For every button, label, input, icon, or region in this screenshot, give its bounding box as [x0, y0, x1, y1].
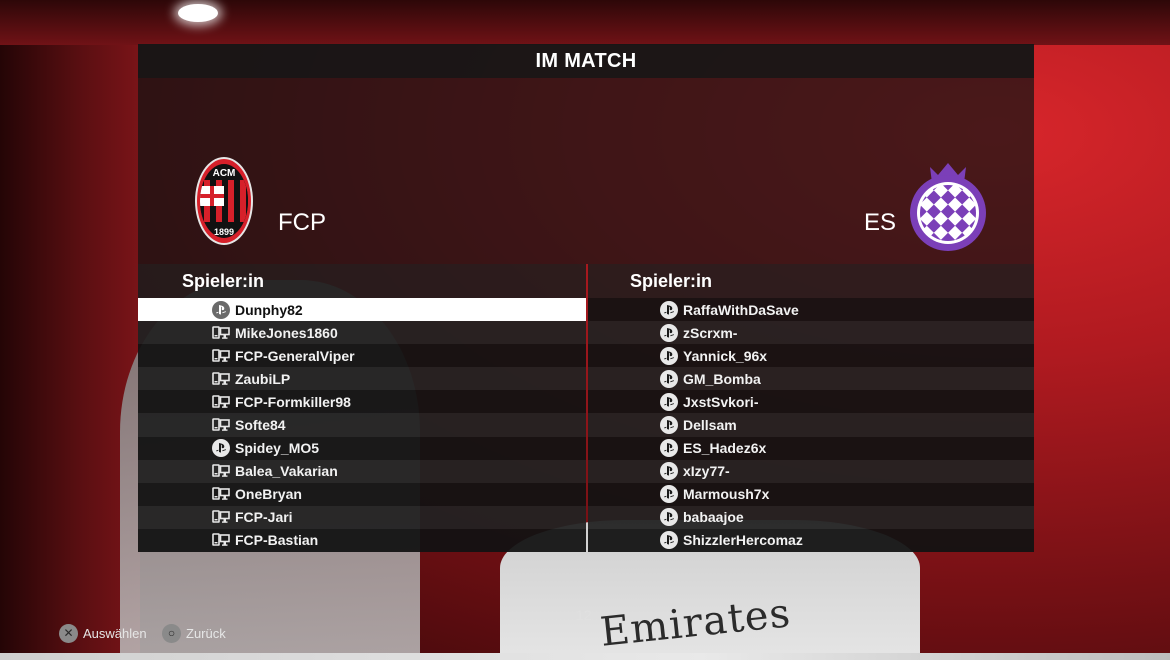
playstation-icon: [660, 300, 678, 319]
away-player-row[interactable]: babaajoe: [588, 505, 1034, 529]
crossplay-icon: [212, 462, 230, 480]
home-player-row[interactable]: ZaubiLP: [138, 367, 586, 391]
select-prompt[interactable]: ✕ Auswählen: [59, 623, 147, 643]
away-player-name: xIzy77-: [683, 463, 730, 480]
away-player-name: JxstSvkori-: [683, 393, 759, 410]
away-player-name: GM_Bomba: [683, 370, 761, 387]
playstation-icon: [660, 508, 678, 527]
home-player-name: FCP-Formkiller98: [235, 393, 351, 410]
away-player-name: ES_Hadez6x: [683, 440, 767, 457]
home-player-row[interactable]: Balea_Vakarian: [138, 459, 586, 483]
crossplay-icon: [212, 370, 230, 388]
home-player-row[interactable]: FCP-Formkiller98: [138, 390, 586, 414]
crossplay-icon: [212, 347, 230, 365]
home-player-name: OneBryan: [235, 486, 302, 503]
away-player-row[interactable]: Dellsam: [588, 413, 1034, 437]
home-players-header: Spieler:in: [138, 264, 586, 298]
home-player-name: Dunphy82: [235, 301, 303, 318]
away-player-row[interactable]: ES_Hadez6x: [588, 436, 1034, 460]
home-player-row[interactable]: MikeJones1860: [138, 321, 586, 345]
match-lineup-panel: IM MATCH ACM 1899 FCP ES Spieler:in Spie…: [138, 44, 1034, 555]
home-player-name: Spidey_MO5: [235, 440, 320, 457]
circle-button-icon: ○: [162, 623, 181, 643]
crossplay-icon: [212, 393, 230, 411]
away-team-crest-icon: [910, 163, 986, 251]
playstation-icon: [660, 485, 678, 504]
home-players-list: Dunphy82 MikeJones1860 FCP-GeneralViper Zau…: [138, 298, 586, 553]
away-player-row[interactable]: RaffaWithDaSave: [588, 298, 1034, 322]
away-player-row[interactable]: JxstSvkori-: [588, 390, 1034, 414]
ceiling-lamp: [178, 4, 218, 22]
home-player-name: ZaubiLP: [235, 370, 291, 387]
playstation-icon: [660, 392, 678, 411]
locker-room-ceiling: [0, 0, 1170, 45]
home-player-name: MikeJones1860: [235, 324, 338, 341]
panel-title: IM MATCH: [138, 44, 1034, 78]
home-player-name: FCP-Bastian: [235, 532, 319, 549]
home-player-row[interactable]: Dunphy82: [138, 298, 586, 322]
home-team-name: FCP: [278, 209, 326, 236]
away-player-name: zScrxm-: [683, 324, 738, 341]
away-player-name: Marmoush7x: [683, 486, 770, 503]
away-players-header: Spieler:in: [588, 264, 1034, 298]
home-player-row[interactable]: FCP-Bastian: [138, 528, 586, 553]
back-prompt[interactable]: ○ Zurück: [162, 623, 226, 643]
home-player-row[interactable]: OneBryan: [138, 482, 586, 506]
away-player-name: babaajoe: [683, 509, 744, 526]
svg-text:ACM: ACM: [213, 168, 236, 179]
away-player-row[interactable]: ShizzlerHercomaz: [588, 528, 1034, 553]
playstation-icon: [660, 369, 678, 388]
away-player-name: Yannick_96x: [683, 347, 768, 364]
svg-text:1899: 1899: [214, 227, 234, 237]
away-player-name: RaffaWithDaSave: [683, 301, 799, 318]
playstation-icon: [212, 300, 230, 319]
select-prompt-label: Auswählen: [83, 625, 147, 641]
away-player-name: ShizzlerHercomaz: [683, 532, 803, 549]
crossplay-icon: [212, 531, 230, 549]
home-player-row[interactable]: FCP-Jari: [138, 505, 586, 529]
teams-header: ACM 1899 FCP ES: [138, 78, 1034, 264]
cross-button-icon: ✕: [59, 623, 78, 643]
home-player-name: FCP-Jari: [235, 509, 293, 526]
home-player-name: Softe84: [235, 417, 286, 434]
away-player-row[interactable]: zScrxm-: [588, 321, 1034, 345]
away-player-row[interactable]: Yannick_96x: [588, 344, 1034, 368]
away-player-row[interactable]: GM_Bomba: [588, 367, 1034, 391]
away-team-name: ES: [864, 209, 897, 236]
crossplay-icon: [212, 508, 230, 526]
crossplay-icon: [212, 416, 230, 434]
playstation-icon: [660, 462, 678, 481]
home-player-row[interactable]: Spidey_MO5: [138, 436, 586, 460]
crossplay-icon: [212, 485, 230, 503]
shirt-number: 12: [576, 607, 592, 623]
playstation-icon: [660, 531, 678, 550]
home-player-name: FCP-GeneralViper: [235, 347, 355, 364]
playstation-icon: [660, 439, 678, 458]
playstation-icon: [660, 346, 678, 365]
playstation-icon: [212, 439, 230, 458]
away-player-name: Dellsam: [683, 417, 737, 434]
back-prompt-label: Zurück: [186, 625, 226, 641]
playstation-icon: [660, 416, 678, 435]
home-player-row[interactable]: Softe84: [138, 413, 586, 437]
home-player-name: Balea_Vakarian: [235, 463, 338, 480]
locker-room-left-wall: [0, 0, 140, 660]
away-players-list: RaffaWithDaSave zScrxm- Yannick_96x GM_Bomb…: [588, 298, 1034, 553]
away-player-row[interactable]: Marmoush7x: [588, 482, 1034, 506]
bottom-strip: [0, 653, 1170, 660]
away-player-row[interactable]: xIzy77-: [588, 459, 1034, 483]
playstation-icon: [660, 323, 678, 342]
crossplay-icon: [212, 324, 230, 342]
home-player-row[interactable]: FCP-GeneralViper: [138, 344, 586, 368]
home-team-crest-icon: ACM 1899: [195, 157, 253, 245]
